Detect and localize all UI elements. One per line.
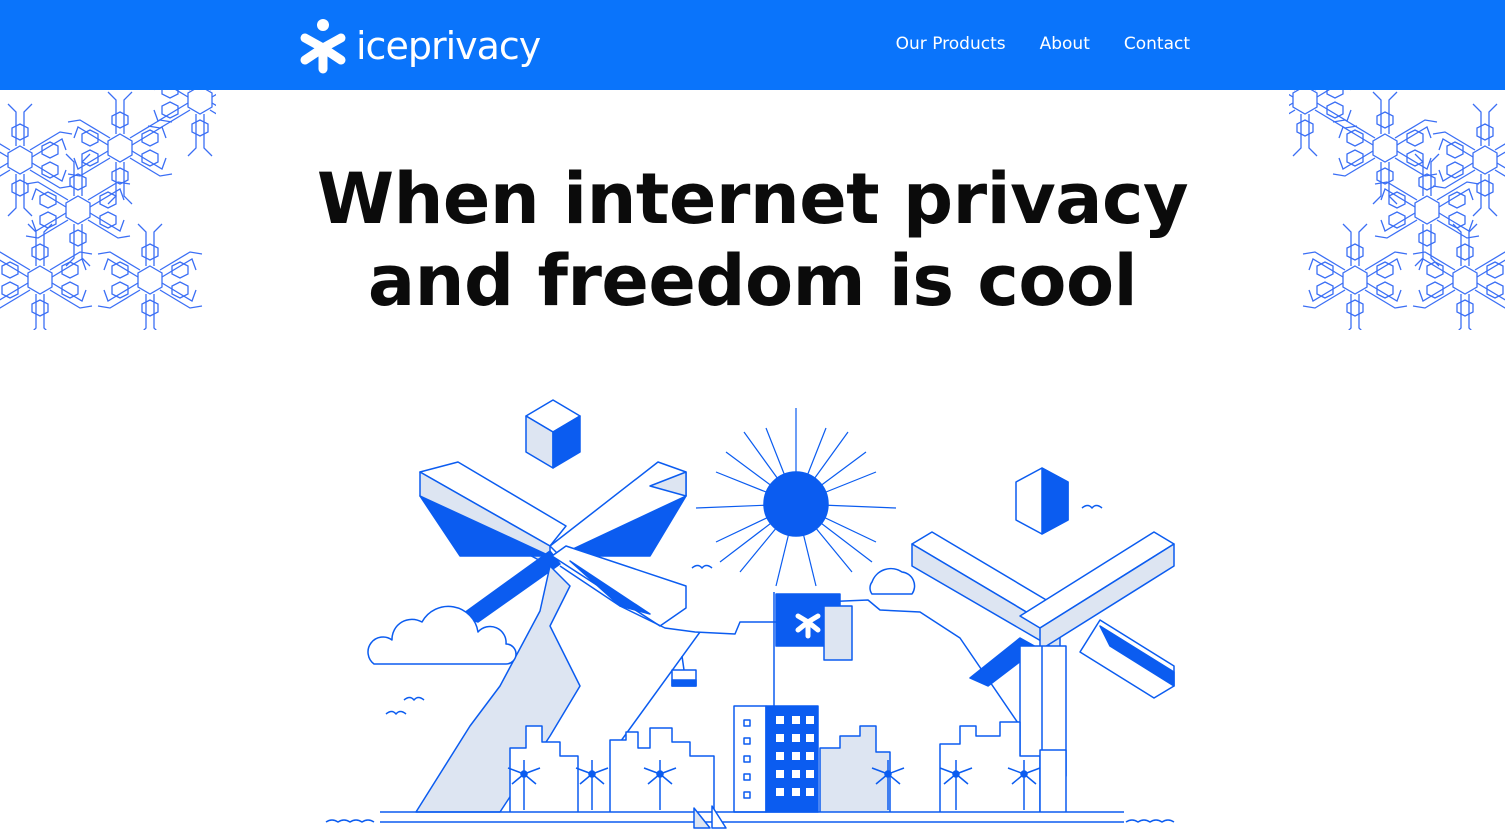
logo-wordmark: iceprivacy bbox=[356, 24, 541, 68]
right-snowflake-sculpture bbox=[911, 531, 1175, 777]
top-navigation-bar: iceprivacy Our Products About Contact bbox=[0, 0, 1505, 90]
logo-link[interactable]: iceprivacy bbox=[298, 18, 541, 74]
hero-illustration bbox=[325, 399, 1175, 829]
building-icon bbox=[733, 705, 819, 813]
nav-link-our-products[interactable]: Our Products bbox=[896, 33, 1006, 55]
left-cube bbox=[525, 399, 581, 469]
nav-link-about[interactable]: About bbox=[1040, 33, 1090, 55]
nav-link-contact[interactable]: Contact bbox=[1124, 33, 1190, 55]
hero-headline: When internet privacy and freedom is coo… bbox=[0, 158, 1505, 322]
flag-icon bbox=[773, 592, 853, 706]
hero-headline-line-2: and freedom is cool bbox=[367, 240, 1138, 322]
sun-icon bbox=[695, 408, 897, 587]
cloud-icon bbox=[367, 605, 517, 665]
cable-car-icon bbox=[671, 655, 697, 687]
snowflake-asterisk-icon bbox=[300, 19, 346, 74]
right-cube bbox=[1015, 467, 1069, 535]
hero-headline-line-1: When internet privacy bbox=[316, 158, 1189, 240]
main-nav: Our Products About Contact bbox=[896, 33, 1190, 55]
